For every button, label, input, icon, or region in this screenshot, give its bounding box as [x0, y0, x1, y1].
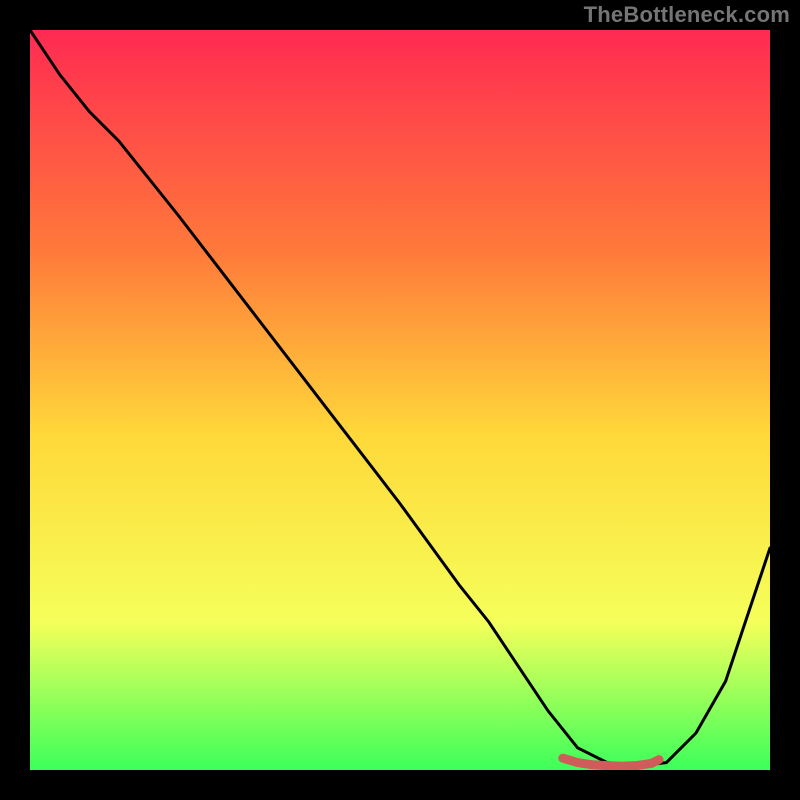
watermark-text: TheBottleneck.com [584, 2, 790, 28]
gradient-background [30, 30, 770, 770]
chart-frame: TheBottleneck.com [0, 0, 800, 800]
chart-svg [30, 30, 770, 770]
plot-area [30, 30, 770, 770]
